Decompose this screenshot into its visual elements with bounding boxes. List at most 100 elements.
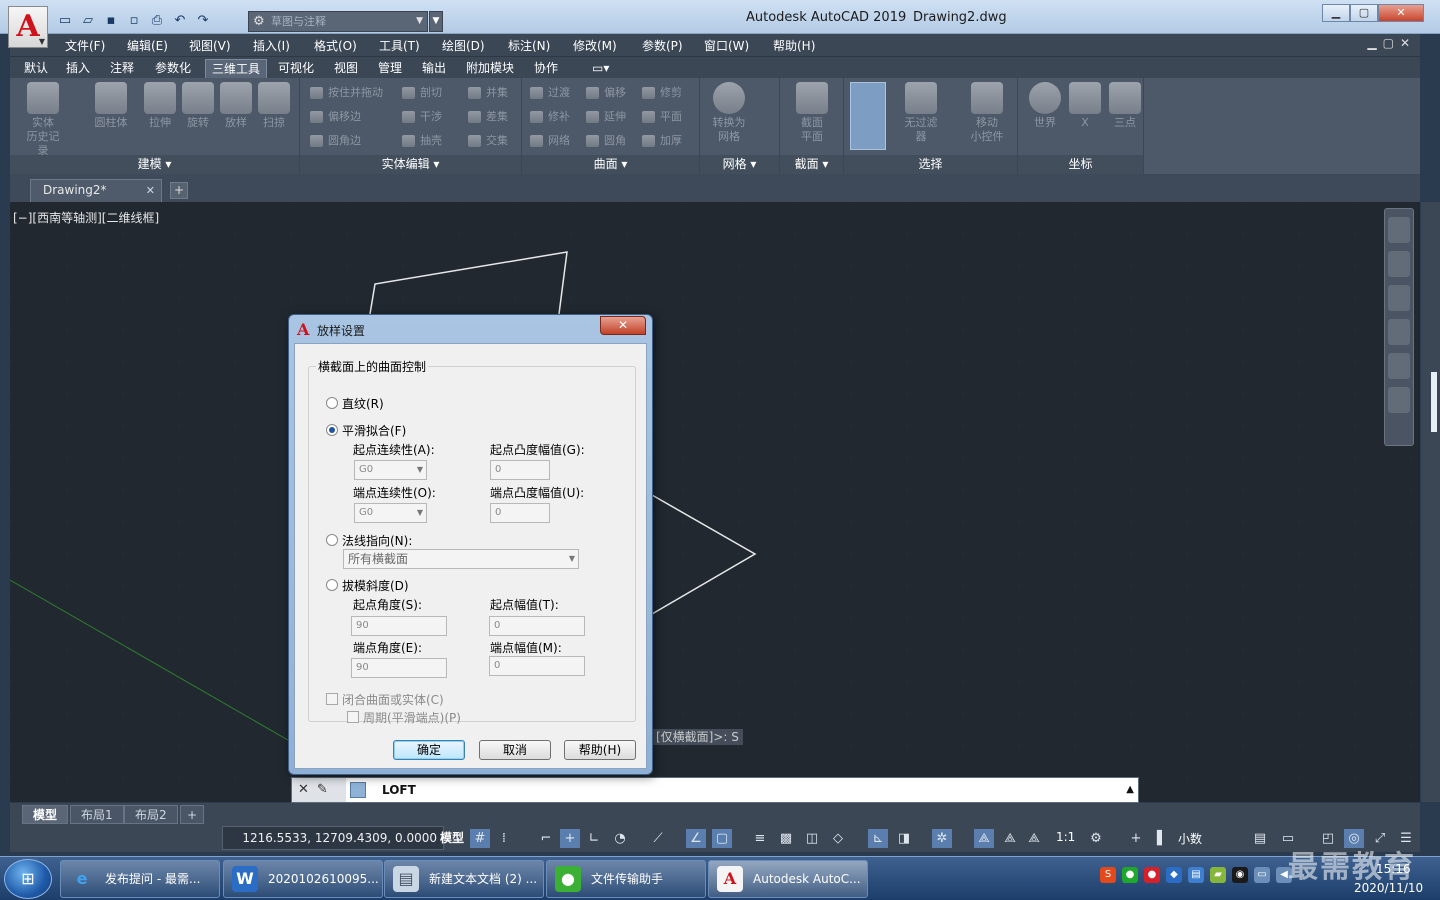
units-value[interactable]: 小数 xyxy=(1178,830,1202,847)
lineweight-icon[interactable]: ≡ xyxy=(750,829,770,848)
weibo-icon[interactable]: ● xyxy=(1144,867,1160,883)
showmotion-icon[interactable] xyxy=(1388,387,1410,413)
tab-insert[interactable]: 插入 xyxy=(60,59,96,78)
sweep-button[interactable]: 扫掠 xyxy=(253,82,295,130)
menu-insert[interactable]: 插入(I) xyxy=(253,37,290,54)
end-bulge-input[interactable]: 0 xyxy=(490,503,550,523)
network-button[interactable]: 网络 xyxy=(528,132,570,150)
panel-title-solid-edit[interactable]: 实体编辑 ▾ xyxy=(300,155,521,174)
menu-format[interactable]: 格式(O) xyxy=(314,37,357,54)
panel-title-modeling[interactable]: 建模 ▾ xyxy=(10,155,299,174)
menu-modify[interactable]: 修改(M) xyxy=(573,37,617,54)
right-scrollbar[interactable] xyxy=(1421,202,1440,802)
presspull-button[interactable]: 按住并拖动 xyxy=(308,84,383,102)
annotation-monitor-icon[interactable]: + xyxy=(1126,829,1146,848)
chevron-up-icon[interactable]: ▲ xyxy=(1126,778,1134,802)
open-file-icon[interactable]: ▱ xyxy=(78,12,98,30)
maximize-button[interactable]: ▢ xyxy=(1350,4,1378,22)
isodraft-icon[interactable]: ⟋ xyxy=(648,829,668,848)
tab-addins[interactable]: 附加模块 xyxy=(460,59,520,78)
units-icon[interactable]: ▌ xyxy=(1152,829,1172,848)
minimize-button[interactable]: ▁ xyxy=(1322,4,1350,22)
panel-title-section[interactable]: 截面 ▾ xyxy=(780,155,843,174)
start-angle-input[interactable]: 90 xyxy=(351,616,447,636)
ucs-x-button[interactable]: X xyxy=(1064,82,1106,130)
annotation-visibility-icon[interactable]: ⟁ xyxy=(974,829,994,848)
print-icon[interactable]: ⎙ xyxy=(147,12,167,30)
blend-button[interactable]: 过渡 xyxy=(528,84,570,102)
intersect-button[interactable]: 交集 xyxy=(466,132,508,150)
coordinate-readout[interactable]: 1216.5533, 12709.4309, 0.0000 xyxy=(222,826,444,850)
viewport-label[interactable]: [−][西南等轴测][二维线框] xyxy=(13,209,159,226)
undo-icon[interactable]: ↶ xyxy=(170,12,190,30)
menu-view[interactable]: 视图(V) xyxy=(189,37,231,54)
ruled-radio[interactable] xyxy=(326,397,338,409)
end-continuity-select[interactable]: G0 ▼ xyxy=(354,503,427,523)
shell-button[interactable]: 抽壳 xyxy=(400,132,442,150)
panel-title-selection[interactable]: 选择 xyxy=(844,155,1017,174)
periodic-checkbox[interactable] xyxy=(347,711,359,723)
menu-file[interactable]: 文件(F) xyxy=(65,37,105,54)
tab-layout1[interactable]: 布局1 xyxy=(70,805,124,824)
network-icon[interactable]: ▤ xyxy=(1188,867,1204,883)
model-space-toggle[interactable]: 模型 xyxy=(440,829,464,846)
ok-button[interactable]: 确定 xyxy=(393,740,465,760)
save-as-icon[interactable]: ▫ xyxy=(124,12,144,30)
move-gizmo-button[interactable]: 移动 小控件 xyxy=(966,82,1008,144)
auto-scale-icon[interactable]: ⟁ xyxy=(1000,829,1020,848)
pan-hand-icon[interactable] xyxy=(1388,285,1410,311)
solid-history-button[interactable]: 实体 历史记录 xyxy=(22,82,64,158)
gizmo-status-icon[interactable]: ✲ xyxy=(932,829,952,848)
patch-button[interactable]: 修补 xyxy=(528,108,570,126)
tab-3d-tools[interactable]: 三维工具 xyxy=(205,59,268,78)
panel-title-mesh[interactable]: 网格 ▾ xyxy=(700,155,779,174)
interfere-button[interactable]: 干涉 xyxy=(400,108,442,126)
menu-tools[interactable]: 工具(T) xyxy=(379,37,420,54)
start-bulge-input[interactable]: 0 xyxy=(490,460,550,480)
thicken-button[interactable]: 加厚 xyxy=(640,132,682,150)
close-icon[interactable]: ✕ xyxy=(298,782,317,797)
surface-fillet-button[interactable]: 圆角 xyxy=(584,132,626,150)
close-button[interactable]: ✕ xyxy=(1378,4,1424,22)
menu-help[interactable]: 帮助(H) xyxy=(773,37,815,54)
ortho-icon[interactable]: ∟ xyxy=(584,829,604,848)
normal-to-radio[interactable] xyxy=(326,534,338,546)
workspace-gear-icon[interactable]: ⚙ xyxy=(1086,829,1106,848)
command-line[interactable]: ✕✎ LOFT ▲ xyxy=(291,777,1139,803)
tab-parametric[interactable]: 参数化 xyxy=(149,59,197,78)
app-menu-button[interactable]: A ▼ xyxy=(8,6,48,48)
convert-to-mesh-button[interactable]: 转换为 网格 xyxy=(708,82,750,144)
snap-icon[interactable]: ⁞ xyxy=(494,829,514,848)
panel-title-surface[interactable]: 曲面 ▾ xyxy=(522,155,699,174)
start-button[interactable]: ⊞ xyxy=(4,859,52,899)
command-input[interactable]: LOFT xyxy=(382,778,416,802)
scrollbar-thumb[interactable] xyxy=(1431,372,1437,432)
file-tab-drawing2[interactable]: Drawing2* ✕ xyxy=(30,179,162,202)
dynamic-input-icon[interactable]: + xyxy=(560,829,580,848)
slice-button[interactable]: 剖切 xyxy=(400,84,442,102)
object-snap-icon[interactable]: ▢ xyxy=(712,829,732,848)
culling-toggle-button[interactable] xyxy=(850,82,886,150)
start-continuity-select[interactable]: G0 ▼ xyxy=(354,460,427,480)
cylinder-button[interactable]: 圆柱体 xyxy=(90,82,132,130)
menu-parametric[interactable]: 参数(P) xyxy=(642,37,683,54)
document-window-controls[interactable]: ▁▢✕ xyxy=(1367,36,1416,50)
draft-angle-radio[interactable] xyxy=(326,579,338,591)
tab-collaborate[interactable]: 协作 xyxy=(528,59,564,78)
tab-manage[interactable]: 管理 xyxy=(372,59,408,78)
taskbar-item-ie[interactable]: e 发布提问 - 最需... xyxy=(60,860,220,898)
3d-osnap-icon[interactable]: ◇ xyxy=(828,829,848,848)
transparency-icon[interactable]: ▩ xyxy=(776,829,796,848)
taskbar-item-notepad[interactable]: ▤ 新建文本文档 (2) ... xyxy=(384,860,544,898)
menu-draw[interactable]: 绘图(D) xyxy=(442,37,485,54)
drawing-area[interactable]: [−][西南等轴测][二维线框] [仅横截面]>: S xyxy=(10,202,1420,802)
wechat-tray-icon[interactable]: ● xyxy=(1122,867,1138,883)
cancel-button[interactable]: 取消 xyxy=(479,740,551,760)
end-angle-input[interactable]: 90 xyxy=(351,658,447,678)
nvidia-icon[interactable]: ▰ xyxy=(1210,867,1226,883)
dialog-close-button[interactable]: ✕ xyxy=(600,316,646,335)
union-button[interactable]: 并集 xyxy=(466,84,508,102)
fillet-edge-button[interactable]: 圆角边 xyxy=(308,132,361,150)
tab-visualize[interactable]: 可视化 xyxy=(272,59,320,78)
tab-annotate[interactable]: 注释 xyxy=(104,59,140,78)
